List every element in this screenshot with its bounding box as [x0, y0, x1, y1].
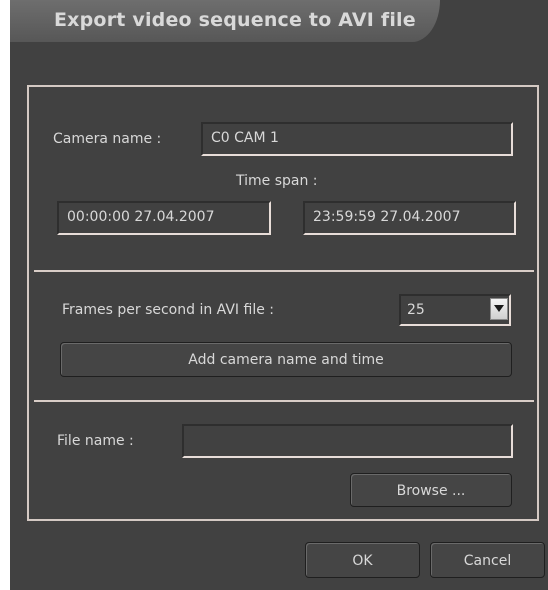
add-camera-name-time-button[interactable]: Add camera name and time: [60, 342, 512, 377]
export-avi-dialog: Export video sequence to AVI file Camera…: [10, 0, 548, 590]
dialog-title: Export video sequence to AVI file: [54, 9, 416, 31]
camera-name-label: Camera name :: [53, 131, 162, 147]
time-span-label: Time span :: [236, 173, 318, 189]
divider-top: [34, 270, 534, 272]
fps-label: Frames per second in AVI file :: [62, 302, 274, 318]
title-bar[interactable]: Export video sequence to AVI file: [10, 0, 548, 46]
time-span-end-field[interactable]: 23:59:59 27.04.2007: [303, 201, 516, 235]
cancel-button[interactable]: Cancel: [430, 542, 545, 578]
fps-select[interactable]: 25: [399, 294, 511, 326]
time-span-start-field[interactable]: 00:00:00 27.04.2007: [57, 201, 271, 235]
camera-name-field[interactable]: C0 CAM 1: [201, 122, 513, 156]
browse-button[interactable]: Browse ...: [350, 473, 512, 507]
divider-bottom: [34, 400, 534, 402]
file-name-label: File name :: [57, 433, 134, 449]
chevron-down-icon[interactable]: [490, 298, 508, 320]
fps-selected-value: 25: [407, 302, 425, 318]
file-name-input[interactable]: [182, 424, 513, 458]
ok-button[interactable]: OK: [305, 542, 420, 578]
